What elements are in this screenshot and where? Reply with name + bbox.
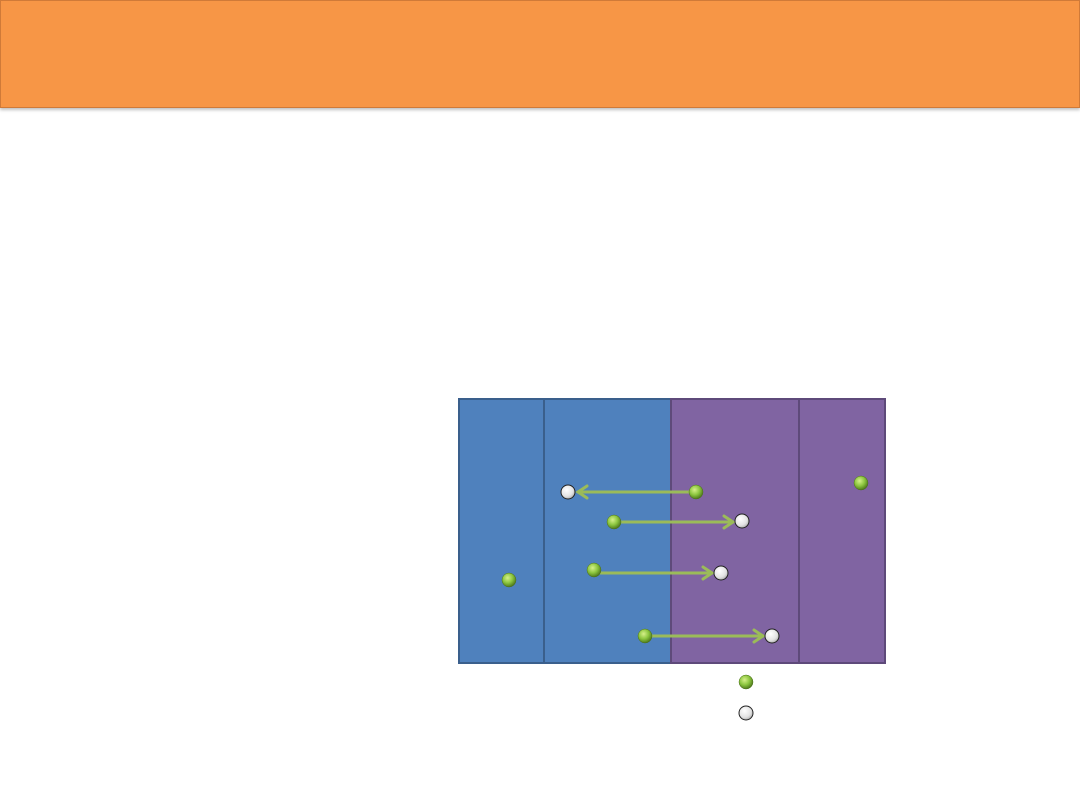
left-inner-region	[543, 398, 672, 664]
white-point-4	[764, 628, 780, 644]
green-point-2	[606, 514, 622, 530]
white-point-2	[734, 513, 750, 529]
legend-green-dot-icon	[738, 674, 754, 690]
green-point-standalone-left	[501, 572, 517, 588]
white-point-1	[560, 484, 576, 500]
green-point-1	[688, 484, 704, 500]
diagram	[458, 398, 886, 721]
white-point-3	[713, 565, 729, 581]
left-outer-region	[458, 398, 545, 664]
slide	[0, 0, 1080, 810]
legend-white-dot-icon	[738, 705, 754, 721]
green-point-4	[637, 628, 653, 644]
green-point-standalone-right	[853, 475, 869, 491]
green-point-3	[586, 562, 602, 578]
right-outer-region	[798, 398, 886, 664]
right-inner-region	[670, 398, 800, 664]
